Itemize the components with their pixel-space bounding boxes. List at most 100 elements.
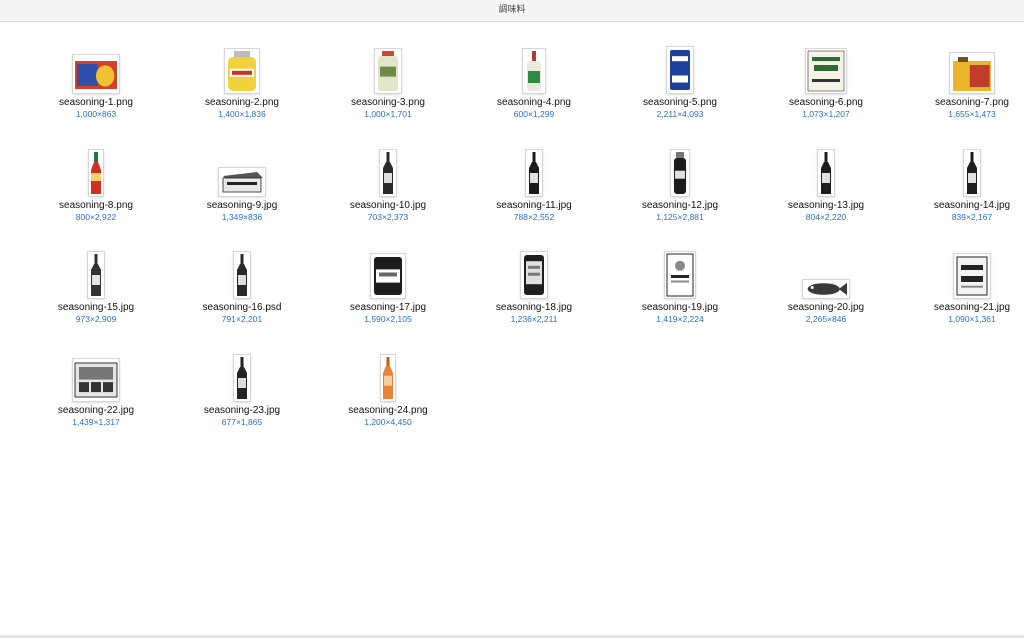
thumbnail-image bbox=[225, 49, 259, 93]
thumbnail-image bbox=[375, 49, 401, 93]
file-thumbnail[interactable] bbox=[756, 146, 896, 196]
file-name[interactable]: seasoning-6.png bbox=[756, 97, 896, 108]
file-thumbnail[interactable] bbox=[756, 43, 896, 93]
file-name[interactable]: seasoning-4.png bbox=[464, 97, 604, 108]
file-thumbnail[interactable] bbox=[902, 146, 1024, 196]
file-name[interactable]: seasoning-21.jpg bbox=[902, 302, 1024, 313]
file-thumbnail[interactable] bbox=[26, 146, 166, 196]
file-thumbnail[interactable] bbox=[610, 146, 750, 196]
file-item[interactable]: seasoning-24.png 1,200×4,450 bbox=[318, 351, 458, 427]
thumbnail-image bbox=[219, 168, 265, 196]
file-thumbnail[interactable] bbox=[610, 43, 750, 93]
file-item[interactable]: seasoning-15.jpg 973×2,909 bbox=[26, 248, 166, 324]
file-name[interactable]: seasoning-16.psd bbox=[172, 302, 312, 313]
file-name[interactable]: seasoning-24.png bbox=[318, 405, 458, 416]
file-thumbnail[interactable] bbox=[464, 248, 604, 298]
thumbnail-image bbox=[381, 355, 395, 401]
thumbnail-image bbox=[964, 150, 980, 196]
file-name[interactable]: seasoning-19.jpg bbox=[610, 302, 750, 313]
thumbnail-image bbox=[371, 254, 405, 298]
file-thumbnail[interactable] bbox=[464, 43, 604, 93]
file-name[interactable]: seasoning-8.png bbox=[26, 200, 166, 211]
file-thumbnail[interactable] bbox=[172, 146, 312, 196]
file-name[interactable]: seasoning-14.jpg bbox=[902, 200, 1024, 211]
file-item[interactable]: seasoning-11.jpg 788×2,552 bbox=[464, 146, 604, 222]
thumbnail-image bbox=[89, 150, 103, 196]
file-item[interactable]: seasoning-10.jpg 703×2,373 bbox=[318, 146, 458, 222]
file-dimensions: 1,090×1,361 bbox=[948, 314, 996, 324]
file-name[interactable]: seasoning-13.jpg bbox=[756, 200, 896, 211]
file-dimensions: 2,211×4,093 bbox=[656, 109, 704, 119]
file-name[interactable]: seasoning-5.png bbox=[610, 97, 750, 108]
file-thumbnail[interactable] bbox=[172, 351, 312, 401]
file-item[interactable]: seasoning-2.png 1,400×1,836 bbox=[172, 43, 312, 119]
file-name[interactable]: seasoning-10.jpg bbox=[318, 200, 458, 211]
file-item[interactable]: seasoning-4.png 600×1,299 bbox=[464, 43, 604, 119]
file-thumbnail[interactable] bbox=[26, 351, 166, 401]
file-dimensions: 1,349×836 bbox=[221, 212, 263, 222]
thumbnail-image bbox=[803, 280, 849, 298]
file-item[interactable]: seasoning-17.jpg 1,590×2,105 bbox=[318, 248, 458, 324]
file-dimensions: 800×2,922 bbox=[75, 212, 117, 222]
file-item[interactable]: seasoning-5.png 2,211×4,093 bbox=[610, 43, 750, 119]
file-item[interactable]: seasoning-16.psd 791×2,201 bbox=[172, 248, 312, 324]
file-name[interactable]: seasoning-15.jpg bbox=[26, 302, 166, 313]
thumbnail-image bbox=[380, 150, 396, 196]
file-name[interactable]: seasoning-1.png bbox=[26, 97, 166, 108]
file-dimensions: 1,419×2,224 bbox=[656, 314, 704, 324]
file-thumbnail[interactable] bbox=[318, 351, 458, 401]
file-thumbnail[interactable] bbox=[756, 248, 896, 298]
file-grid: seasoning-1.png 1,000×863 seasoning-2.png… bbox=[0, 22, 1024, 634]
file-name[interactable]: seasoning-3.png bbox=[318, 97, 458, 108]
window-title: 調味料 bbox=[0, 0, 1024, 22]
file-name[interactable]: seasoning-11.jpg bbox=[464, 200, 604, 211]
file-item[interactable]: seasoning-22.jpg 1,439×1,317 bbox=[26, 351, 166, 427]
file-thumbnail[interactable] bbox=[172, 43, 312, 93]
thumbnail-image bbox=[234, 252, 250, 298]
file-dimensions: 2,265×846 bbox=[805, 314, 847, 324]
file-item[interactable]: seasoning-1.png 1,000×863 bbox=[26, 43, 166, 119]
thumbnail-image bbox=[671, 150, 689, 196]
file-thumbnail[interactable] bbox=[172, 248, 312, 298]
file-item[interactable]: seasoning-6.png 1,073×1,207 bbox=[756, 43, 896, 119]
file-dimensions: 1,200×4,450 bbox=[364, 417, 412, 427]
file-item[interactable]: seasoning-12.jpg 1,125×2,881 bbox=[610, 146, 750, 222]
file-item[interactable]: seasoning-18.jpg 1,236×2,211 bbox=[464, 248, 604, 324]
file-thumbnail[interactable] bbox=[318, 248, 458, 298]
file-name[interactable]: seasoning-17.jpg bbox=[318, 302, 458, 313]
file-thumbnail[interactable] bbox=[464, 146, 604, 196]
file-thumbnail[interactable] bbox=[610, 248, 750, 298]
file-name[interactable]: seasoning-2.png bbox=[172, 97, 312, 108]
file-thumbnail[interactable] bbox=[318, 146, 458, 196]
file-dimensions: 1,000×863 bbox=[75, 109, 117, 119]
file-item[interactable]: seasoning-13.jpg 804×2,220 bbox=[756, 146, 896, 222]
file-item[interactable]: seasoning-20.jpg 2,265×846 bbox=[756, 248, 896, 324]
file-name[interactable]: seasoning-22.jpg bbox=[26, 405, 166, 416]
file-name[interactable]: seasoning-18.jpg bbox=[464, 302, 604, 313]
thumbnail-image bbox=[806, 49, 846, 93]
file-dimensions: 1,000×1,701 bbox=[364, 109, 412, 119]
thumbnail-image bbox=[818, 150, 834, 196]
file-item[interactable]: seasoning-14.jpg 839×2,167 bbox=[902, 146, 1024, 222]
file-thumbnail[interactable] bbox=[26, 43, 166, 93]
file-item[interactable]: seasoning-21.jpg 1,090×1,361 bbox=[902, 248, 1024, 324]
file-name[interactable]: seasoning-23.jpg bbox=[172, 405, 312, 416]
file-dimensions: 1,125×2,881 bbox=[656, 212, 704, 222]
file-name[interactable]: seasoning-20.jpg bbox=[756, 302, 896, 313]
file-thumbnail[interactable] bbox=[318, 43, 458, 93]
file-item[interactable]: seasoning-9.jpg 1,349×836 bbox=[172, 146, 312, 222]
file-item[interactable]: seasoning-8.png 800×2,922 bbox=[26, 146, 166, 222]
file-item[interactable]: seasoning-23.jpg 677×1,865 bbox=[172, 351, 312, 427]
file-name[interactable]: seasoning-9.jpg bbox=[172, 200, 312, 211]
file-thumbnail[interactable] bbox=[902, 43, 1024, 93]
thumbnail-image bbox=[523, 49, 545, 93]
file-name[interactable]: seasoning-7.png bbox=[902, 97, 1024, 108]
thumbnail-image bbox=[526, 150, 542, 196]
file-dimensions: 1,073×1,207 bbox=[802, 109, 850, 119]
file-thumbnail[interactable] bbox=[902, 248, 1024, 298]
file-item[interactable]: seasoning-3.png 1,000×1,701 bbox=[318, 43, 458, 119]
file-name[interactable]: seasoning-12.jpg bbox=[610, 200, 750, 211]
file-item[interactable]: seasoning-19.jpg 1,419×2,224 bbox=[610, 248, 750, 324]
file-item[interactable]: seasoning-7.png 1,655×1,473 bbox=[902, 43, 1024, 119]
file-thumbnail[interactable] bbox=[26, 248, 166, 298]
